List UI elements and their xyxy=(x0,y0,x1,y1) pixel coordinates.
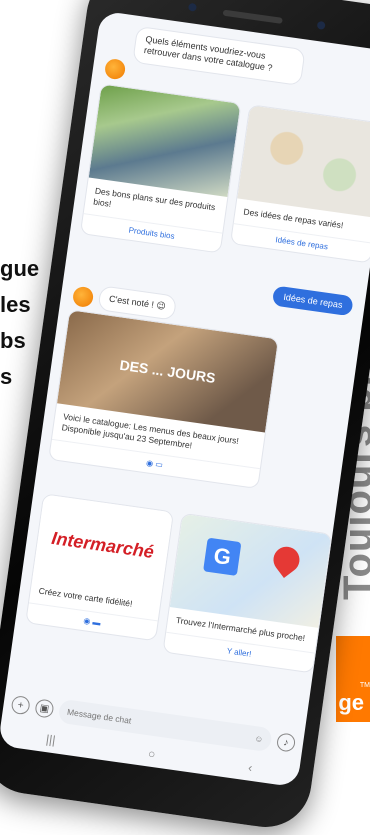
phone-device: Quels éléments voudriez-vous retrouver d… xyxy=(0,0,370,833)
bg-text-fragment: s xyxy=(0,364,13,389)
back-icon[interactable]: ‹ xyxy=(247,761,253,775)
emoji-icon[interactable]: ☺ xyxy=(254,733,264,744)
bot-avatar xyxy=(71,285,95,309)
card-fidelite[interactable]: Intermarché Créez votre carte fidélité! … xyxy=(25,493,175,642)
card-idees-repas[interactable]: Des idées de repas variés! Idées de repa… xyxy=(229,104,370,264)
trademark-mark: TM xyxy=(359,682,370,689)
gallery-icon[interactable]: ▣ xyxy=(34,698,55,719)
intermarche-logo-text: Intermarché xyxy=(50,527,156,562)
bot-avatar xyxy=(103,57,127,81)
bg-text-fragment: les xyxy=(0,292,31,317)
add-icon[interactable]: + xyxy=(10,694,31,716)
mic-icon[interactable]: ♪ xyxy=(275,732,297,753)
catalog-image-caption: DES ... JOURS xyxy=(118,356,217,386)
recent-apps-icon[interactable]: ||| xyxy=(45,732,56,747)
bg-text-fragment: gue xyxy=(0,256,40,281)
card-produits-bios[interactable]: Des bons plans sur des produits bios! Pr… xyxy=(79,83,242,254)
card-maps[interactable]: G Trouvez l'Intermarché plus proche! Y a… xyxy=(162,512,333,674)
message-input-placeholder: Message de chat xyxy=(66,706,132,726)
map-pin-icon xyxy=(268,541,305,578)
home-icon[interactable]: ○ xyxy=(147,746,156,761)
brand-logo-text: ge xyxy=(338,690,364,715)
bg-text-fragment: bs xyxy=(0,328,26,353)
user-reply-bubble: Idées de repas xyxy=(272,285,354,317)
bot-question-bubble: Quels éléments voudriez-vous retrouver d… xyxy=(132,25,306,86)
card-catalogue[interactable]: DES ... JOURS Voici le catalogue: Les me… xyxy=(48,309,280,490)
maps-g-icon: G xyxy=(203,537,242,576)
